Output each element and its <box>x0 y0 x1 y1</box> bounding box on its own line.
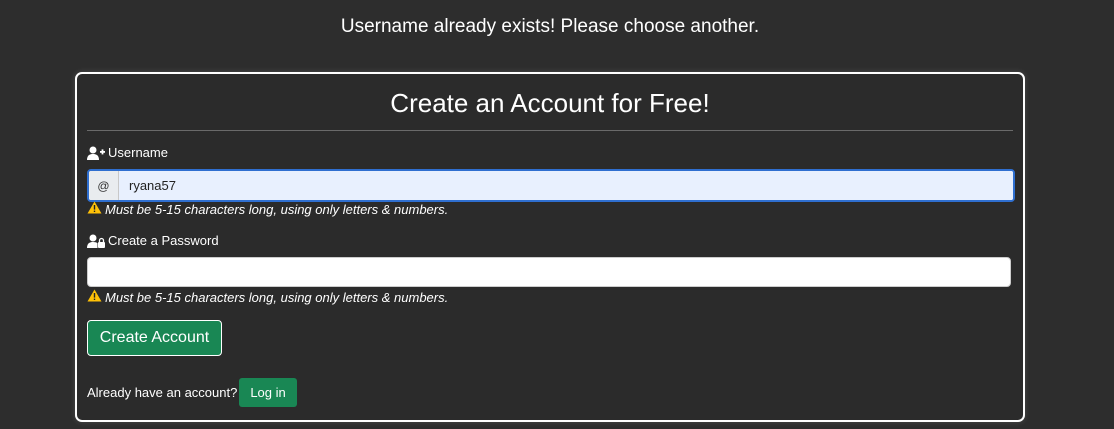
divider <box>87 130 1013 131</box>
username-input-group: @ <box>87 169 1015 202</box>
login-row: Already have an account? Log in <box>87 378 297 407</box>
user-plus-icon <box>87 146 105 160</box>
signup-card: Create an Account for Free! Username @ M… <box>75 72 1025 422</box>
login-prompt: Already have an account? <box>87 385 238 400</box>
username-label-text: Username <box>108 145 168 160</box>
warning-icon <box>87 289 102 305</box>
username-input[interactable] <box>119 171 1013 200</box>
page-title: Create an Account for Free! <box>390 88 710 118</box>
username-hint-text: Must be 5-15 characters long, using only… <box>105 201 449 217</box>
password-hint-text: Must be 5-15 characters long, using only… <box>105 289 449 305</box>
password-hint: Must be 5-15 characters long, using only… <box>87 289 448 305</box>
user-lock-icon <box>87 234 105 248</box>
warning-icon <box>87 201 102 217</box>
username-label: Username <box>87 145 168 160</box>
create-account-button[interactable]: Create Account <box>87 320 222 356</box>
password-label: Create a Password <box>87 233 219 248</box>
username-hint: Must be 5-15 characters long, using only… <box>87 201 448 217</box>
password-input[interactable] <box>87 257 1011 287</box>
password-label-text: Create a Password <box>108 233 219 248</box>
error-alert-message: Username already exists! Please choose a… <box>340 16 760 37</box>
at-sign-addon: @ <box>89 171 119 200</box>
login-button[interactable]: Log in <box>239 378 297 407</box>
